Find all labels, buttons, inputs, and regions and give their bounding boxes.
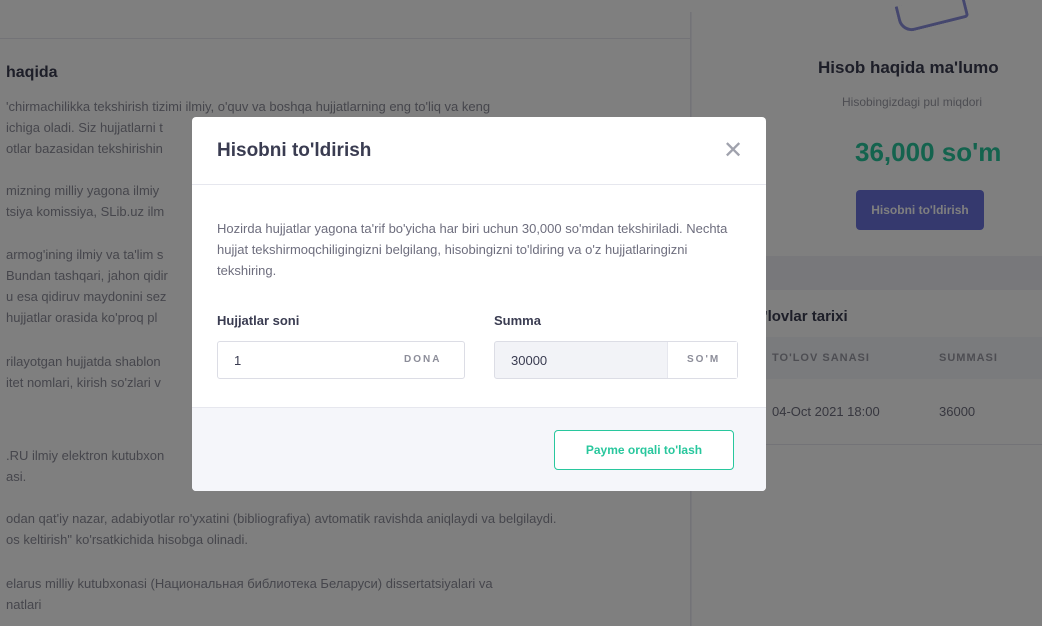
close-icon[interactable]: ✕: [723, 139, 743, 163]
document-count-input[interactable]: 1 DONA: [217, 341, 465, 379]
document-count-unit: DONA: [404, 354, 442, 365]
modal-footer: Payme orqali to'lash: [192, 407, 766, 491]
sum-value: 30000: [511, 353, 548, 368]
document-count-value: 1: [234, 353, 242, 368]
modal-description: Hozirda hujjatlar yagona ta'rif bo'yicha…: [217, 221, 728, 278]
sum-unit: SO'M: [687, 354, 721, 365]
modal-title: Hisobni to'ldirish: [217, 140, 372, 161]
payme-pay-button[interactable]: Payme orqali to'lash: [554, 430, 734, 470]
sum-input: 30000 SO'M: [494, 341, 738, 379]
document-count-label: Hujjatlar soni: [217, 313, 300, 328]
sum-label: Summa: [494, 313, 541, 328]
topup-modal: Hisobni to'ldirish ✕ Hozirda hujjatlar y…: [192, 117, 766, 491]
modal-body: Hozirda hujjatlar yagona ta'rif bo'yicha…: [192, 186, 766, 407]
modal-header: Hisobni to'ldirish ✕: [192, 117, 766, 185]
